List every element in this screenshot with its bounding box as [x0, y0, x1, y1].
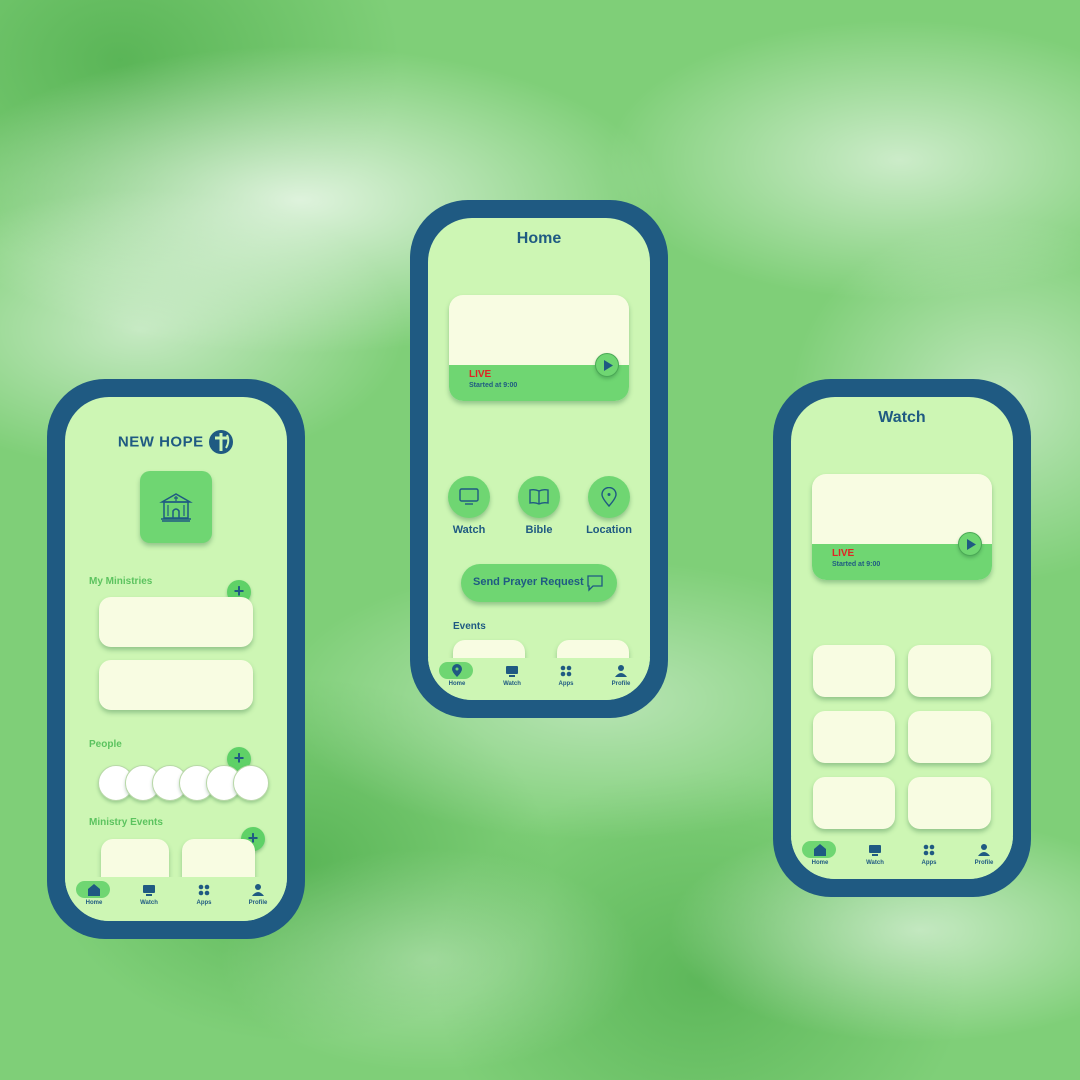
church-icon [159, 493, 193, 522]
people-label: People [89, 739, 122, 750]
tab-label: Apps [558, 681, 574, 687]
play-icon [967, 539, 976, 550]
bible-shortcut-label: Bible [525, 524, 553, 536]
play-button[interactable] [958, 532, 982, 556]
left-tab-bar: Home Watch Apps Profile [65, 877, 287, 921]
tab-watch[interactable]: Watch [851, 843, 899, 866]
chat-bubble-icon [587, 575, 603, 592]
video-tile[interactable] [813, 777, 895, 829]
right-phone: Watch LIVE Started at 9:00 Home Watch Ap… [773, 379, 1031, 897]
home-icon [814, 844, 826, 856]
left-phone-screen: NEW HOPE My Ministries + People + Minist… [65, 397, 287, 921]
tab-apps[interactable]: Apps [180, 883, 228, 906]
start-time: Started at 9:00 [832, 561, 881, 568]
watch-shortcut-label: Watch [452, 524, 486, 536]
tab-label: Profile [974, 860, 994, 866]
tab-label: Watch [140, 900, 158, 906]
live-label: LIVE [469, 369, 492, 380]
tab-home[interactable]: Home [433, 662, 481, 687]
right-tab-bar: Home Watch Apps Profile [791, 837, 1013, 879]
profile-icon [252, 884, 264, 896]
watch-shortcut-button[interactable] [448, 476, 490, 518]
tab-profile[interactable]: Profile [234, 883, 282, 906]
tab-label: Profile [611, 681, 631, 687]
video-tile[interactable] [908, 645, 991, 697]
center-phone: Home LIVE Started at 9:00 Watch Bible Lo… [410, 200, 668, 718]
ministry-card[interactable] [99, 660, 253, 710]
prayer-button-label: Send Prayer Request [473, 576, 584, 588]
tv-icon [459, 488, 479, 505]
tab-watch[interactable]: Watch [125, 883, 173, 906]
ministry-card[interactable] [99, 597, 253, 647]
video-tile[interactable] [908, 711, 991, 763]
tab-label: Home [811, 860, 829, 866]
tab-apps[interactable]: Apps [542, 664, 590, 687]
play-icon [604, 360, 613, 371]
events-label: Events [453, 621, 486, 632]
book-icon [529, 488, 549, 505]
live-video-card[interactable]: LIVE Started at 9:00 [812, 474, 992, 580]
profile-icon [978, 844, 990, 856]
avatar[interactable] [233, 765, 269, 801]
apps-icon [923, 844, 935, 856]
apps-icon [560, 665, 572, 677]
tab-label: Home [448, 681, 466, 687]
ministry-events-label: Ministry Events [89, 817, 163, 828]
center-tab-bar: Home Watch Apps Profile [428, 658, 650, 700]
page-title: Watch [878, 409, 926, 426]
start-time: Started at 9:00 [469, 382, 518, 389]
location-shortcut-label: Location [586, 524, 632, 536]
tab-label: Profile [248, 900, 268, 906]
tab-home[interactable]: Home [796, 841, 844, 866]
live-video-card[interactable]: LIVE Started at 9:00 [449, 295, 629, 401]
video-tile[interactable] [813, 645, 895, 697]
center-phone-screen: Home LIVE Started at 9:00 Watch Bible Lo… [428, 218, 650, 700]
brand-name: NEW HOPE [117, 433, 204, 451]
left-phone: NEW HOPE My Ministries + People + Minist… [47, 379, 305, 939]
video-tile[interactable] [813, 711, 895, 763]
cross-logo-icon [209, 430, 234, 454]
page-title: Home [516, 230, 562, 247]
profile-icon [615, 665, 627, 677]
my-ministries-label: My Ministries [89, 576, 153, 587]
tab-label: Watch [866, 860, 884, 866]
bible-shortcut-button[interactable] [518, 476, 560, 518]
tv-icon [869, 845, 881, 856]
tab-home[interactable]: Home [70, 881, 118, 906]
apps-icon [198, 884, 210, 896]
location-pin-icon [601, 487, 617, 507]
tv-icon [143, 885, 155, 896]
tab-profile[interactable]: Profile [597, 664, 645, 687]
send-prayer-request-button[interactable]: Send Prayer Request [461, 564, 617, 602]
right-phone-screen: Watch LIVE Started at 9:00 Home Watch Ap… [791, 397, 1013, 879]
video-tile[interactable] [908, 777, 991, 829]
brand-logo: NEW HOPE [65, 429, 287, 455]
church-tile[interactable] [140, 471, 212, 543]
people-row [98, 765, 278, 803]
home-icon [88, 884, 100, 896]
tab-label: Apps [196, 900, 212, 906]
tab-label: Home [85, 900, 103, 906]
tab-apps[interactable]: Apps [905, 843, 953, 866]
tab-label: Apps [921, 860, 937, 866]
location-pin-icon [452, 664, 462, 677]
tab-label: Watch [503, 681, 521, 687]
tv-icon [506, 666, 518, 677]
play-button[interactable] [595, 353, 619, 377]
live-label: LIVE [832, 548, 855, 559]
location-shortcut-button[interactable] [588, 476, 630, 518]
tab-watch[interactable]: Watch [488, 664, 536, 687]
tab-profile[interactable]: Profile [960, 843, 1008, 866]
